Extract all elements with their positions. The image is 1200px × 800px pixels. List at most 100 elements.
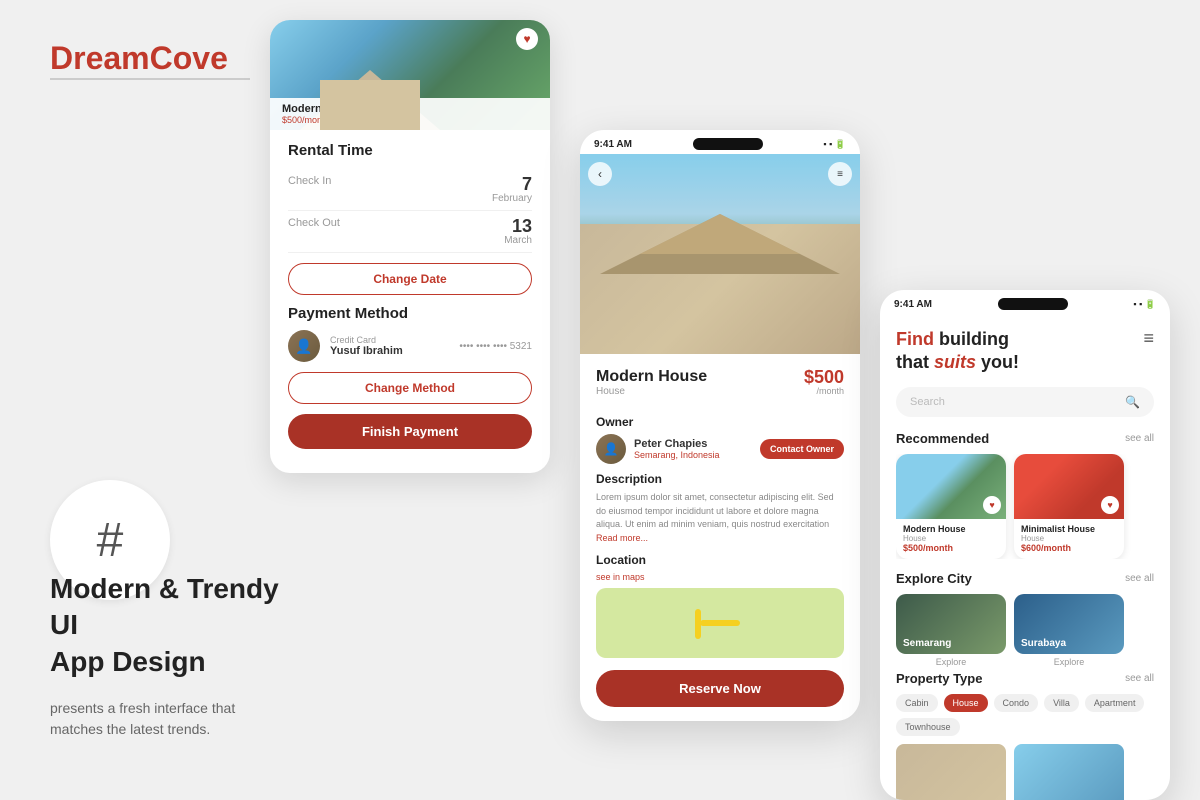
detail-body: Modern House House $500 /month Owner 👤 P… [580,354,860,721]
checkin-day: 7 [492,175,532,193]
headline-suits: suits [934,352,976,372]
finish-payment-button[interactable]: Finish Payment [288,414,532,449]
home-menu-icon[interactable]: ≡ [1143,328,1154,349]
recommended-see-all[interactable]: see all [1125,433,1154,444]
rental-time-heading: Rental Time [288,142,532,159]
house-roof2 [640,214,800,254]
search-placeholder-text: Search [910,396,1117,408]
city-semarang[interactable]: Semarang [896,594,1006,654]
property-section-header: Property Type see all [896,671,1154,686]
headline-that: that [896,352,934,372]
owner-section-heading: Owner [596,415,844,429]
home-time: 9:41 AM [894,299,932,310]
detail-title-group: Modern House House [596,368,707,407]
brand-black: Dream [50,40,150,76]
card2-type: House [1021,534,1117,543]
house-title-payment: Modern House [282,103,538,115]
prop-tag-villa[interactable]: Villa [1044,694,1079,712]
city-title: Explore City [896,571,972,586]
checkin-row: Check In 7 February [288,169,532,211]
card2-name: Minimalist House [1021,524,1117,534]
owner-name-payment: Yusuf Ibrahim [330,345,449,357]
map-preview[interactable] [596,588,844,658]
card1-type: House [903,534,999,543]
card1-image: ♥ [896,454,1006,519]
owner-info: Peter Chapies Semarang, Indonesia [634,438,720,460]
reserve-now-button[interactable]: Reserve Now [596,670,844,707]
card1-heart[interactable]: ♥ [983,496,1001,514]
city-surabaya[interactable]: Surabaya [1014,594,1124,654]
change-method-button[interactable]: Change Method [288,372,532,404]
detail-status-bar: 9:41 AM ▪ ▪ 🔋 [580,130,860,154]
city-2-group: Surabaya Explore [1014,594,1124,667]
property-see-all[interactable]: see all [1125,673,1154,684]
card2-info: Minimalist House House $600/month [1014,519,1124,559]
house-price-payment: $500/month [282,115,538,125]
checkout-label: Check Out [288,217,340,229]
detail-time: 9:41 AM [594,139,632,150]
search-icon: 🔍 [1125,395,1140,409]
card1-price: $500/month [903,543,999,553]
card2-heart[interactable]: ♥ [1101,496,1119,514]
property-title: Property Type [896,671,982,686]
back-button[interactable]: ‹ [588,162,612,186]
owner-avatar-payment: 👤 [288,330,320,362]
card-number: •••• •••• •••• 5321 [459,341,532,352]
prop-image-1 [896,744,1006,800]
detail-house-type: House [596,386,707,397]
owner-location: Semarang, Indonesia [634,450,720,460]
checkout-month: March [504,235,532,246]
house-image-payment: Modern House $500/month ♥ [270,20,550,130]
prop-tag-apartment[interactable]: Apartment [1085,694,1145,712]
checkin-label: Check In [288,175,331,187]
detail-house-price: $500 [804,368,844,386]
heart-icon[interactable]: ♥ [516,28,538,50]
tagline-subtitle: presents a fresh interface that matches … [50,698,290,740]
card1-info: Modern House House $500/month [896,519,1006,559]
city1-label: Semarang [903,638,951,649]
credit-card-label: Credit Card [330,335,449,345]
headline-you: you! [976,352,1019,372]
contact-owner-button[interactable]: Contact Owner [760,439,844,459]
property-images-row [896,744,1154,800]
recommended-title: Recommended [896,431,989,446]
detail-house-title: Modern House [596,368,707,386]
prop-tag-condo[interactable]: Condo [994,694,1039,712]
detail-house-image: ‹ ≡ [580,154,860,354]
home-headline: Find building that suits you! [896,328,1019,375]
recommended-section-header: Recommended see all [896,431,1154,446]
change-date-button[interactable]: Change Date [288,263,532,295]
checkout-row: Check Out 13 March [288,211,532,253]
owner-row: 👤 Peter Chapies Semarang, Indonesia Cont… [596,434,844,464]
brand-red: Cove [150,40,228,76]
hash-symbol: # [97,513,124,568]
recommended-card-2[interactable]: ♥ Minimalist House House $600/month [1014,454,1124,559]
detail-price-unit: /month [804,386,844,396]
recommended-cards-row: ♥ Modern House House $500/month ♥ Minima… [896,454,1154,559]
headline-building: building [934,329,1009,349]
city-see-all[interactable]: see all [1125,573,1154,584]
detail-notch [693,138,763,150]
prop-tag-townhouse[interactable]: Townhouse [896,718,960,736]
menu-button[interactable]: ≡ [828,162,852,186]
search-bar[interactable]: Search 🔍 [896,387,1154,417]
home-header-row: Find building that suits you! ≡ [896,328,1154,375]
prop-tag-house[interactable]: House [944,694,988,712]
city2-label: Surabaya [1021,638,1066,649]
card-last4: 5321 [510,341,532,352]
city2-explore: Explore [1014,657,1124,667]
recommended-card-1[interactable]: ♥ Modern House House $500/month [896,454,1006,559]
detail-price-group: $500 /month [804,368,844,396]
payment-screen: Modern House $500/month ♥ Rental Time Ch… [270,20,550,473]
prop-tag-cabin[interactable]: Cabin [896,694,938,712]
detail-screen: 9:41 AM ▪ ▪ 🔋 ‹ ≡ Modern House House $50… [580,130,860,721]
home-notch [998,298,1068,310]
see-in-maps-link[interactable]: see in maps [596,572,844,582]
home-status-bar: 9:41 AM ▪ ▪ 🔋 [880,290,1170,314]
location-section-heading: Location [596,553,844,567]
city-1-group: Semarang Explore [896,594,1006,667]
home-body: Find building that suits you! ≡ Search 🔍… [880,314,1170,800]
property-type-tags: Cabin House Condo Villa Apartment Townho… [896,694,1154,736]
read-more-link[interactable]: Read more... [596,533,648,543]
payment-method-info: Credit Card Yusuf Ibrahim [330,335,449,357]
